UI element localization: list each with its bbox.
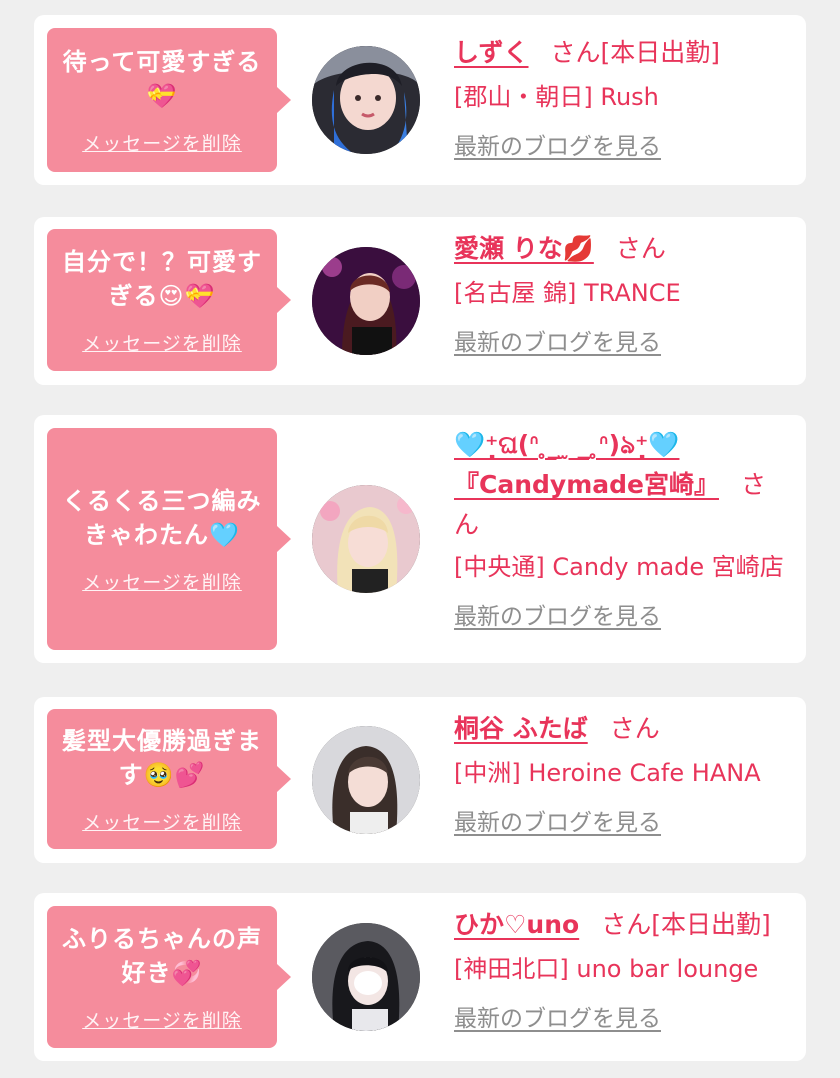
- cast-info: 桐谷 ふたば さん [中洲] Heroine Cafe HANA 最新のブログを見…: [454, 709, 788, 837]
- avatar-photo: [312, 726, 420, 834]
- shop-name: [名古屋 錦] TRANCE: [454, 279, 681, 307]
- cast-info: しずく さん[本日出勤] [郡山・朝日] Rush 最新のブログを見る: [454, 33, 788, 161]
- cast-name-link[interactable]: ひか♡uno: [454, 910, 579, 939]
- avatar-photo: [312, 923, 420, 1031]
- message-bubble: ふりるちゃんの声好き💞 メッセージを削除: [47, 906, 291, 1048]
- san-label: さん: [615, 234, 666, 263]
- message-card: くるくる三つ編みきゃわたん🩵 メッセージを削除 🩵⁺̣ଘ(ᐢ ̥_ ̫ _ ̥ᐢ…: [34, 415, 806, 663]
- cast-name-link[interactable]: 愛瀬 りな💋: [454, 234, 594, 263]
- message-text: ふりるちゃんの声好き💞: [62, 924, 262, 987]
- status-badge: [本日出勤]: [651, 910, 771, 939]
- san-label: さん: [609, 714, 660, 743]
- avatar-photo: [312, 485, 420, 593]
- cast-info: ひか♡uno さん[本日出勤] [神田北口] uno bar lounge 最新の…: [454, 905, 788, 1033]
- message-text: 自分で！？可愛すぎる😍💝: [62, 247, 262, 310]
- cast-info: 愛瀬 りな💋 さん [名古屋 錦] TRANCE 最新のブログを見る: [454, 229, 788, 357]
- message-card: 待って可愛すぎる💝 メッセージを削除 しずく さん[本日出勤] [郡山・朝日] R…: [34, 15, 806, 185]
- shop-name: [中洲] Heroine Cafe HANA: [454, 759, 761, 787]
- avatar-photo: [312, 247, 420, 355]
- san-label: さん: [601, 910, 652, 939]
- cast-name-link[interactable]: しずく: [454, 38, 529, 67]
- avatar[interactable]: [312, 726, 420, 834]
- delete-message-link[interactable]: メッセージを削除: [82, 329, 242, 356]
- message-text: くるくる三つ編みきゃわたん🩵: [62, 486, 262, 549]
- delete-message-link[interactable]: メッセージを削除: [82, 568, 242, 595]
- message-bubble: 待って可愛すぎる💝 メッセージを削除: [47, 28, 291, 172]
- latest-blog-link[interactable]: 最新のブログを見る: [454, 999, 661, 1033]
- avatar[interactable]: [312, 46, 420, 154]
- message-bubble: 自分で！？可愛すぎる😍💝 メッセージを削除: [47, 229, 291, 371]
- avatar[interactable]: [312, 247, 420, 355]
- shop-name: [中央通] Candy made 宮崎店: [454, 553, 784, 581]
- message-card: 自分で！？可愛すぎる😍💝 メッセージを削除 愛瀬 りな💋 さん [名古屋 錦] T…: [34, 217, 806, 385]
- avatar[interactable]: [312, 923, 420, 1031]
- latest-blog-link[interactable]: 最新のブログを見る: [454, 803, 661, 837]
- san-label: さん: [550, 38, 601, 67]
- latest-blog-link[interactable]: 最新のブログを見る: [454, 127, 661, 161]
- cast-name-link[interactable]: 🩵⁺̣ଘ(ᐢ ̥_ ̫ _ ̥ᐢ)ঌ⁺̣🩵 『Candymade宮崎』: [454, 430, 719, 499]
- delete-message-link[interactable]: メッセージを削除: [82, 1006, 242, 1033]
- delete-message-link[interactable]: メッセージを削除: [82, 129, 242, 156]
- cast-name-link[interactable]: 桐谷 ふたば: [454, 714, 588, 743]
- avatar[interactable]: [312, 485, 420, 593]
- shop-name: [神田北口] uno bar lounge: [454, 955, 759, 983]
- latest-blog-link[interactable]: 最新のブログを見る: [454, 323, 661, 357]
- message-text: 髪型大優勝過ぎます🥹💕: [62, 726, 262, 789]
- latest-blog-link[interactable]: 最新のブログを見る: [454, 597, 661, 631]
- message-card: 髪型大優勝過ぎます🥹💕 メッセージを削除 桐谷 ふたば さん [中洲] Heroi…: [34, 697, 806, 863]
- status-badge: [本日出勤]: [600, 38, 721, 67]
- avatar-photo: [312, 46, 420, 154]
- message-bubble: くるくる三つ編みきゃわたん🩵 メッセージを削除: [47, 428, 291, 650]
- message-card: ふりるちゃんの声好き💞 メッセージを削除 ひか♡uno さん[本日出勤] [神田北…: [34, 893, 806, 1061]
- message-list: 待って可愛すぎる💝 メッセージを削除 しずく さん[本日出勤] [郡山・朝日] R…: [0, 0, 840, 1078]
- shop-name: [郡山・朝日] Rush: [454, 83, 659, 111]
- cast-info: 🩵⁺̣ଘ(ᐢ ̥_ ̫ _ ̥ᐢ)ঌ⁺̣🩵 『Candymade宮崎』 さん [中…: [454, 425, 788, 631]
- message-text: 待って可愛すぎる💝: [62, 47, 262, 110]
- delete-message-link[interactable]: メッセージを削除: [82, 808, 242, 835]
- message-bubble: 髪型大優勝過ぎます🥹💕 メッセージを削除: [47, 709, 291, 849]
